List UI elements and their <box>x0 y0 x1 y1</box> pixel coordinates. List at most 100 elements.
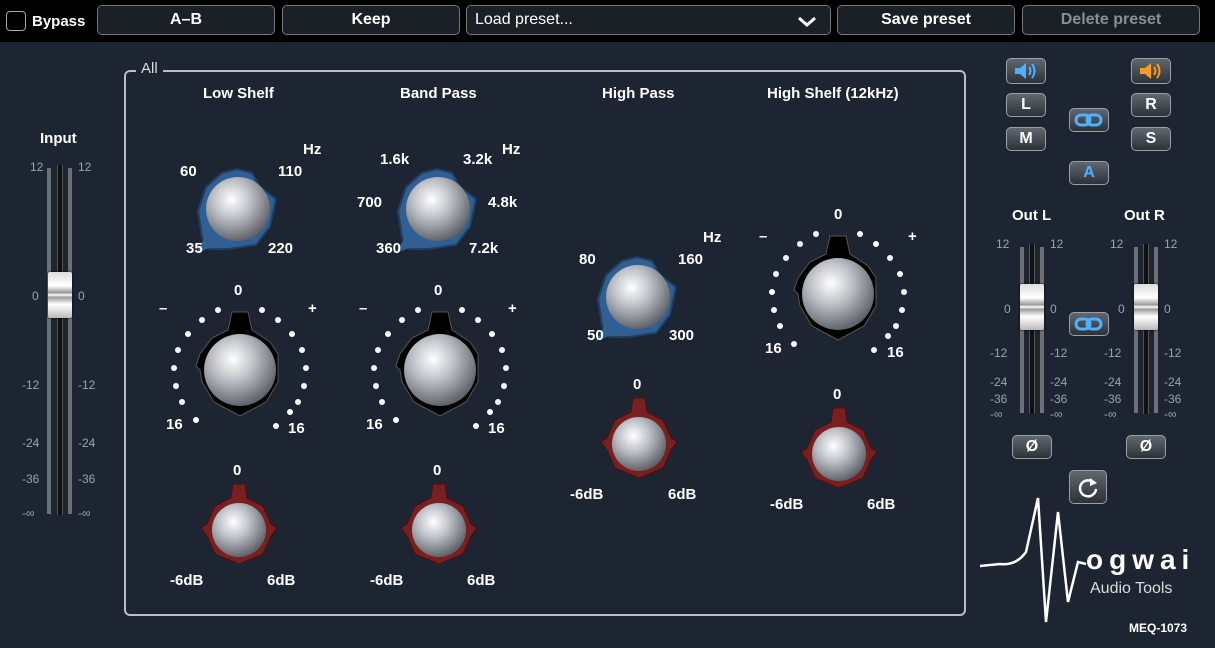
band-pass-title: Band Pass <box>400 85 477 102</box>
outl-tick-12-right: 12 <box>1050 237 1064 251</box>
outl-tick-m12-left: -12 <box>990 346 1008 360</box>
outl-tick-0-left: 0 <box>1004 302 1011 316</box>
group-label: All <box>136 60 163 77</box>
route-a-button[interactable]: A <box>1069 161 1109 185</box>
outl-tick-inf-right: -∞ <box>1050 407 1063 421</box>
band-pass-freq-3-2k: 3.2k <box>463 151 493 168</box>
brand-waveform-logo <box>979 497 1087 623</box>
high-shelf-title: High Shelf (12kHz) <box>767 85 899 102</box>
low-shelf-gain-plus: + <box>308 300 317 317</box>
band-pass-gain-minus: – <box>359 300 368 317</box>
keep-button[interactable]: Keep <box>282 5 460 35</box>
low-shelf-freq-60: 60 <box>180 163 197 180</box>
ab-button[interactable]: A–B <box>97 5 275 35</box>
input-tick-m12-right: -12 <box>78 378 96 392</box>
outl-tick-m24-right: -24 <box>1050 375 1068 389</box>
input-tick-m12-left: -12 <box>22 378 40 392</box>
route-m-button[interactable]: M <box>1006 127 1046 151</box>
low-shelf-unit: Hz <box>303 141 322 158</box>
out-r-meter-right <box>1154 247 1158 413</box>
low-shelf-trim-min: -6dB <box>170 572 204 589</box>
band-pass-gain-max: 16 <box>488 420 505 437</box>
outr-tick-12-right: 12 <box>1164 237 1178 251</box>
brand-subtitle: Audio Tools <box>1090 580 1173 597</box>
high-pass-trim-knob[interactable] <box>597 394 681 486</box>
speaker-left-button[interactable] <box>1006 58 1046 84</box>
phase-invert-l-button[interactable]: Ø <box>1012 435 1052 459</box>
input-tick-0-right: 0 <box>78 289 85 303</box>
high-pass-unit: Hz <box>703 229 722 246</box>
high-shelf-gain-knob[interactable] <box>758 222 918 362</box>
model-name: MEQ-1073 <box>1129 621 1188 635</box>
link-top-button[interactable] <box>1069 108 1109 132</box>
outr-tick-inf-right: -∞ <box>1164 407 1177 421</box>
link-icon <box>1074 113 1103 127</box>
speaker-right-button[interactable] <box>1131 58 1171 84</box>
outl-tick-0-right: 0 <box>1050 302 1057 316</box>
high-pass-freq-80: 80 <box>579 251 596 268</box>
speaker-right-icon <box>1140 63 1161 79</box>
high-pass-freq-160: 160 <box>678 251 704 268</box>
outl-tick-m36-left: -36 <box>990 392 1008 406</box>
band-pass-freq-360: 360 <box>376 240 402 257</box>
route-s-button[interactable]: S <box>1131 127 1171 151</box>
low-shelf-gain-max: 16 <box>288 420 305 437</box>
delete-preset-button[interactable]: Delete preset <box>1022 5 1200 35</box>
input-fader-handle[interactable] <box>48 272 72 318</box>
band-pass-trim-max: 6dB <box>467 572 496 589</box>
high-pass-trim-max: 6dB <box>668 486 697 503</box>
outr-tick-12-left: 12 <box>1110 237 1124 251</box>
outl-tick-inf-left: -∞ <box>990 407 1003 421</box>
out-r-fader-handle[interactable] <box>1134 284 1158 330</box>
band-pass-unit: Hz <box>502 141 521 158</box>
input-tick-m24-left: -24 <box>22 436 40 450</box>
input-meter-right <box>68 168 72 514</box>
out-l-fader-handle[interactable] <box>1020 284 1044 330</box>
band-pass-freq-1-6k: 1.6k <box>380 151 410 168</box>
speaker-left-icon <box>1015 63 1036 79</box>
high-shelf-gain-plus: + <box>908 228 917 245</box>
chevron-down-icon <box>798 16 816 27</box>
outr-tick-m36-left: -36 <box>1104 392 1122 406</box>
input-label: Input <box>40 130 77 147</box>
low-shelf-gain-knob[interactable] <box>160 298 320 438</box>
input-fader-track[interactable] <box>57 165 63 515</box>
outl-tick-12-left: 12 <box>996 237 1010 251</box>
input-tick-m36-left: -36 <box>22 472 40 486</box>
out-l-meter-left <box>1020 247 1024 413</box>
outr-tick-inf-left: -∞ <box>1104 407 1117 421</box>
high-shelf-gain-max: 16 <box>887 344 904 361</box>
low-shelf-trim-knob[interactable] <box>197 480 281 572</box>
high-shelf-trim-knob[interactable] <box>797 404 881 496</box>
phase-invert-r-button[interactable]: Ø <box>1126 435 1166 459</box>
band-pass-trim-knob[interactable] <box>397 480 481 572</box>
bypass-checkbox[interactable] <box>6 11 26 31</box>
low-shelf-freq-110: 110 <box>278 163 303 180</box>
save-preset-button[interactable]: Save preset <box>837 5 1015 35</box>
band-pass-trim-zero: 0 <box>433 462 442 479</box>
outr-tick-m24-right: -24 <box>1164 375 1182 389</box>
brand-name: ogwai <box>1086 544 1196 575</box>
outr-tick-m36-right: -36 <box>1164 392 1182 406</box>
high-shelf-gain-min: 16 <box>765 340 782 357</box>
out-r-meter-left <box>1134 247 1138 413</box>
outr-tick-m24-left: -24 <box>1104 375 1122 389</box>
out-l-meter-right <box>1040 247 1044 413</box>
input-tick-inf-left: -∞ <box>22 506 35 520</box>
high-pass-trim-min: -6dB <box>570 486 604 503</box>
high-shelf-trim-zero: 0 <box>833 386 842 403</box>
route-l-button[interactable]: L <box>1006 93 1046 117</box>
high-shelf-gain-zero: 0 <box>834 206 843 223</box>
low-shelf-gain-zero: 0 <box>234 282 243 299</box>
link-output-button[interactable] <box>1069 312 1109 336</box>
input-tick-m36-right: -36 <box>78 472 96 486</box>
bypass-toggle[interactable]: Bypass <box>6 8 85 34</box>
band-pass-gain-knob[interactable] <box>360 298 520 438</box>
high-pass-trim-zero: 0 <box>633 376 642 393</box>
route-r-button[interactable]: R <box>1131 93 1171 117</box>
outl-tick-m36-right: -36 <box>1050 392 1068 406</box>
input-tick-0-left: 0 <box>32 289 39 303</box>
band-pass-freq-700: 700 <box>357 194 383 211</box>
preset-dropdown[interactable]: Load preset... <box>466 5 831 35</box>
high-shelf-trim-min: -6dB <box>770 496 804 513</box>
